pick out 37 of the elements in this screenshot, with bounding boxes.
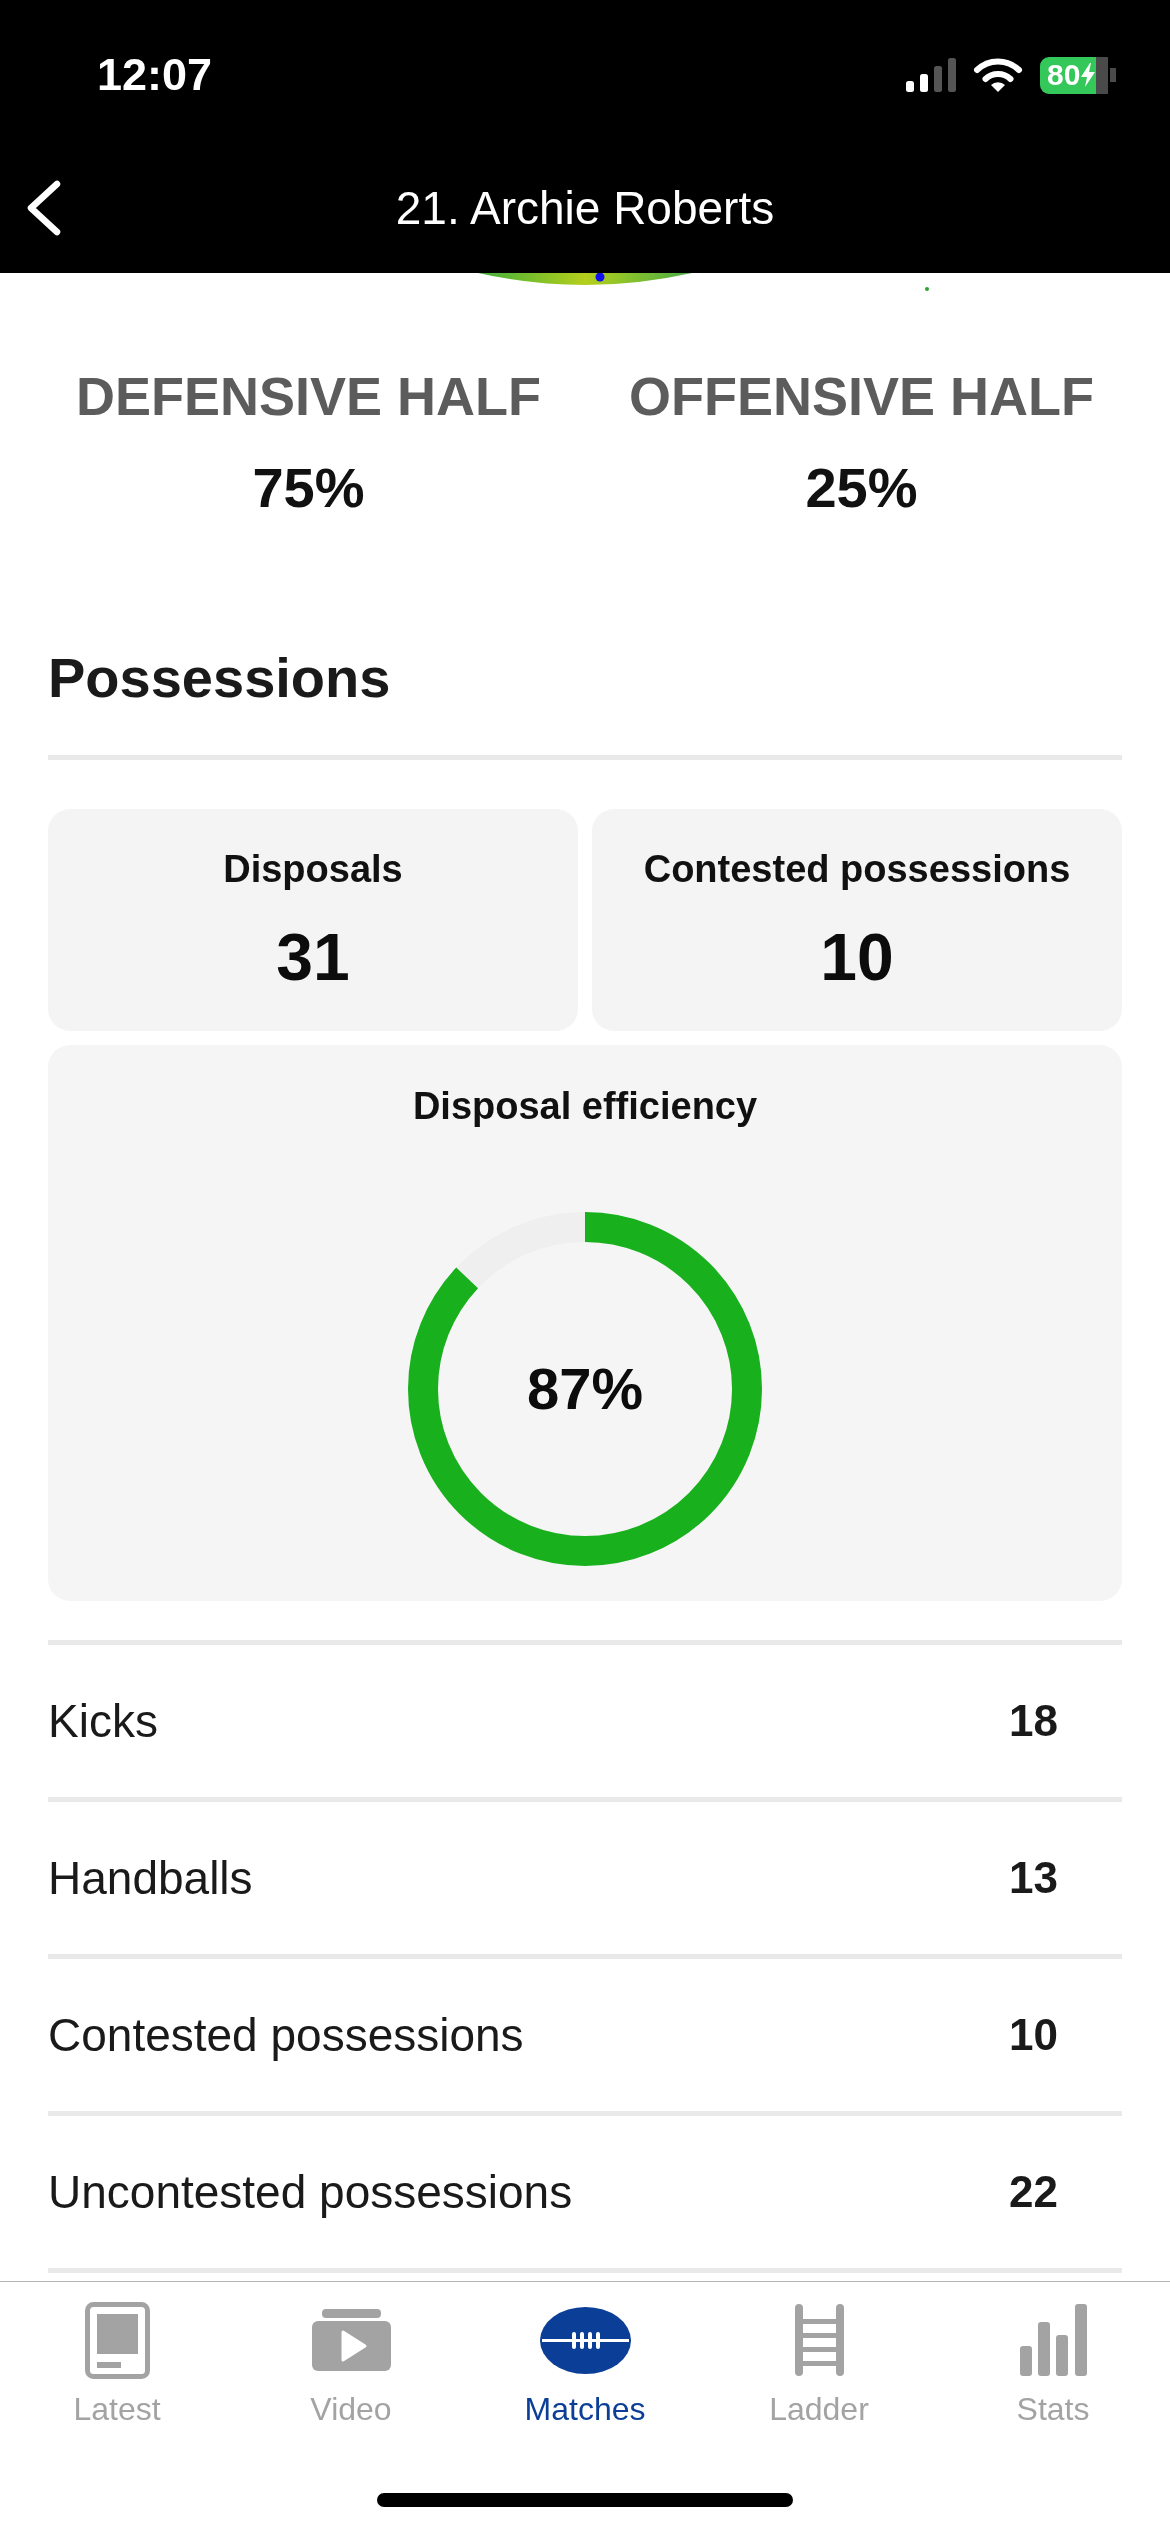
tab-bar-item[interactable]: Ladder	[702, 2300, 936, 2428]
section-title: Possessions	[48, 645, 392, 711]
card-value: 31	[276, 919, 350, 996]
charging-bolt-icon	[1081, 63, 1096, 87]
tab-bar-item[interactable]: Stats	[936, 2300, 1170, 2428]
page-title: 21. Archie Roberts	[395, 180, 775, 235]
document-icon	[84, 2301, 150, 2379]
tab-bar-item[interactable]: Latest	[0, 2300, 234, 2428]
football-icon	[539, 2306, 631, 2374]
half-percentage: 25%	[805, 455, 918, 521]
stat-value: 18	[1009, 1695, 1058, 1747]
status-time: 12:07	[97, 49, 213, 101]
card-label: Disposal efficiency	[412, 1084, 758, 1129]
stat-value: 13	[1009, 1852, 1058, 1904]
efficiency-percentage: 87%	[526, 1355, 644, 1423]
marker-dot-icon	[925, 287, 929, 291]
ladder-icon	[794, 2304, 844, 2376]
stat-label: Uncontested possessions	[48, 2165, 573, 2219]
stat-label: Handballs	[48, 1851, 253, 1905]
half-percentage: 75%	[252, 455, 365, 521]
stat-label: Contested possessions	[48, 2008, 524, 2062]
bar-chart-icon	[1019, 2304, 1087, 2376]
tab-bar-item[interactable]: Video	[234, 2300, 468, 2428]
half-label: DEFENSIVE HALF	[75, 365, 541, 427]
stat-label: Kicks	[48, 1694, 158, 1748]
back-icon	[26, 178, 62, 237]
card-value: 10	[820, 919, 894, 996]
stat-value: 10	[1009, 2009, 1058, 2061]
signal-icon	[906, 58, 956, 92]
wifi-icon	[973, 57, 1023, 93]
stat-value: 22	[1009, 2166, 1058, 2218]
video-play-icon	[311, 2309, 391, 2371]
card-label: Contested possessions	[643, 847, 1071, 892]
tab-bar-item[interactable]: Matches	[468, 2300, 702, 2428]
card-label: Disposals	[223, 847, 403, 892]
half-label: OFFENSIVE HALF	[629, 365, 1094, 427]
battery-percent: 80	[1047, 58, 1081, 92]
